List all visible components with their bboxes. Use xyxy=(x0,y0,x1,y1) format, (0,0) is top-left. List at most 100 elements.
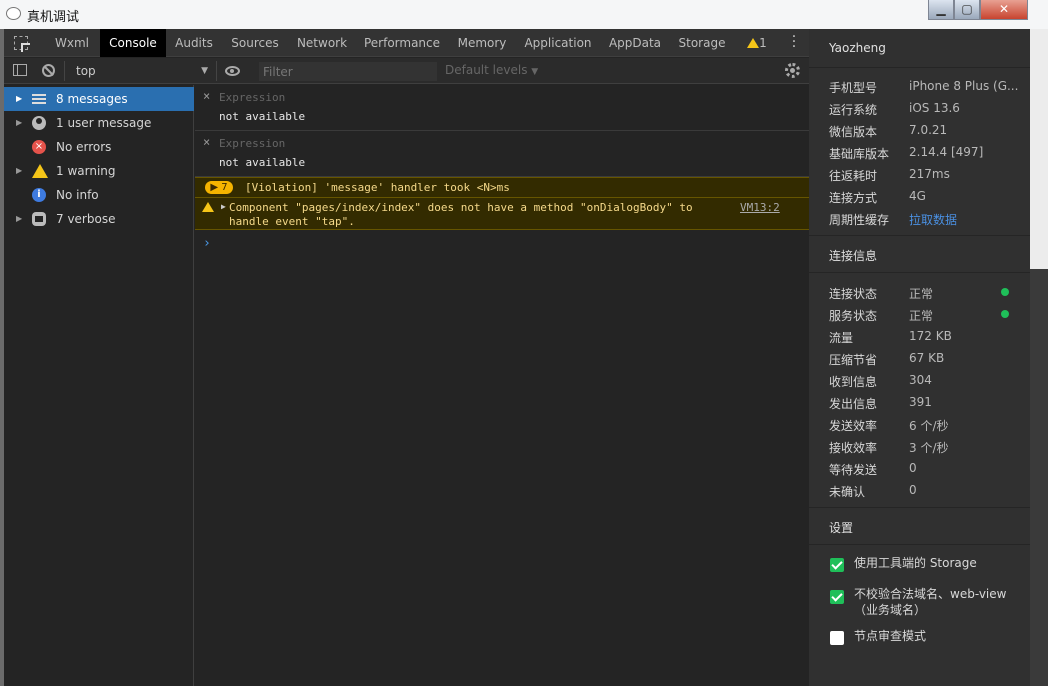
context-value: top xyxy=(76,64,96,78)
sidebar-item-label: 1 user message xyxy=(56,116,152,130)
sidebar-item-label: 7 verbose xyxy=(56,212,116,226)
background-window xyxy=(1030,29,1048,686)
window-titlebar: 真机调试 ▁ ▢ ✕ xyxy=(0,0,1048,29)
warning-icon xyxy=(32,164,48,178)
row-key: 基础库版本 xyxy=(829,147,890,161)
sidebar-item-label: No info xyxy=(56,188,99,202)
warning-icon xyxy=(202,202,214,212)
list-icon xyxy=(32,94,46,104)
row-key: 未确认 xyxy=(829,485,866,499)
close-icon[interactable]: × xyxy=(203,89,210,103)
row-value: 0 xyxy=(909,483,917,497)
row-value: 217ms xyxy=(909,167,950,181)
skip-domain-check-label: 不校验合法域名、web-view（业务域名） xyxy=(854,587,1007,617)
bug-icon xyxy=(32,212,46,226)
tab-storage[interactable]: Storage xyxy=(670,29,734,57)
warnings-indicator[interactable]: 1 xyxy=(742,29,772,57)
tab-sources[interactable]: Sources xyxy=(222,29,288,57)
live-expression-eye-icon[interactable] xyxy=(225,66,240,76)
minimize-button[interactable]: ▁ xyxy=(928,0,954,20)
node-inspect-label: 节点审查模式 xyxy=(854,629,927,643)
tab-network[interactable]: Network xyxy=(288,29,356,57)
fetch-data-link[interactable]: 拉取数据 xyxy=(909,211,1019,228)
settings-section-title: 设置 xyxy=(829,521,854,535)
row-key: 收到信息 xyxy=(829,375,878,389)
divider xyxy=(809,235,1030,236)
row-value: 172 KB xyxy=(909,329,952,343)
filter-input[interactable] xyxy=(259,62,437,81)
expand-arrow-icon[interactable]: ▶ xyxy=(16,159,22,183)
repeat-count-badge: ▶ 7 xyxy=(205,181,233,194)
tab-console[interactable]: Console xyxy=(100,29,166,57)
tab-performance[interactable]: Performance xyxy=(356,29,448,57)
chevron-down-icon: ▼ xyxy=(531,67,539,77)
sidebar-item-user-messages[interactable]: ▶ 1 user message xyxy=(4,111,194,135)
tab-appdata[interactable]: AppData xyxy=(600,29,670,57)
row-key: 运行系统 xyxy=(829,103,878,117)
expand-arrow-icon[interactable]: ▶ xyxy=(16,111,22,135)
expression-value: not available xyxy=(219,156,306,169)
tab-application[interactable]: Application xyxy=(516,29,600,57)
row-value: 67 KB xyxy=(909,351,945,365)
sidebar-item-warnings[interactable]: ▶ 1 warning xyxy=(4,159,194,183)
toolbar-divider xyxy=(216,61,217,81)
row-key: 手机型号 xyxy=(829,81,878,95)
row-value: 304 xyxy=(909,373,932,387)
sidebar-item-verbose[interactable]: ▶ 7 verbose xyxy=(4,207,194,231)
tab-memory[interactable]: Memory xyxy=(448,29,516,57)
error-icon: × xyxy=(32,140,46,154)
violation-text: [Violation] 'message' handler took <N>ms xyxy=(245,181,510,194)
row-value: 7.0.21 xyxy=(909,123,948,137)
window-title: 真机调试 xyxy=(27,10,80,25)
console-output: × Expression not available × Expression … xyxy=(195,85,809,686)
tab-audits[interactable]: Audits xyxy=(166,29,222,57)
skip-domain-check-checkbox[interactable] xyxy=(830,590,844,604)
maximize-button[interactable]: ▢ xyxy=(954,0,980,20)
expression-input[interactable]: Expression xyxy=(219,91,285,104)
sidebar-item-label: 8 messages xyxy=(56,92,128,106)
inspect-element-icon[interactable] xyxy=(14,36,30,52)
row-key: 发出信息 xyxy=(829,397,878,411)
toggle-sidebar-icon[interactable] xyxy=(13,64,27,76)
user-name: Yaozheng xyxy=(829,41,886,55)
expand-arrow-icon[interactable]: ▶ xyxy=(16,87,22,111)
clear-console-icon[interactable] xyxy=(42,64,55,77)
tab-wxml[interactable]: Wxml xyxy=(44,29,100,57)
row-key: 流量 xyxy=(829,331,854,345)
close-button[interactable]: ✕ xyxy=(980,0,1028,20)
expand-arrow-icon[interactable]: ▶ xyxy=(221,202,226,211)
row-value: iPhone 8 Plus (G... xyxy=(909,79,1019,93)
console-toolbar: top ▼ Default levels ▼ xyxy=(4,58,809,84)
console-prompt[interactable]: › xyxy=(203,236,211,251)
row-key: 周期性缓存 xyxy=(829,213,890,227)
warning-message[interactable]: ▶ Component "pages/index/index" does not… xyxy=(195,198,809,230)
more-options-icon[interactable]: · · · xyxy=(789,30,799,54)
violation-message[interactable]: ▶ 7 [Violation] 'message' handler took <… xyxy=(195,177,809,198)
sidebar-item-messages[interactable]: ▶ 8 messages xyxy=(4,87,194,111)
expression-input[interactable]: Expression xyxy=(219,137,285,150)
expand-arrow-icon[interactable]: ▶ xyxy=(16,207,22,231)
close-icon[interactable]: × xyxy=(203,135,210,149)
log-levels-dropdown[interactable]: Default levels ▼ xyxy=(445,63,538,77)
node-inspect-checkbox[interactable] xyxy=(830,631,844,645)
devtools-tabbar: Wxml Console Audits Sources Network Perf… xyxy=(4,29,809,57)
row-value: iOS 13.6 xyxy=(909,101,960,115)
source-link[interactable]: VM13:2 xyxy=(740,201,780,214)
sidebar-item-errors[interactable]: × No errors xyxy=(4,135,194,159)
row-value: 4G xyxy=(909,189,926,203)
warning-text: Component "pages/index/index" does not h… xyxy=(229,201,693,228)
row-key: 服务状态 xyxy=(829,309,878,323)
sidebar-item-info[interactable]: i No info xyxy=(4,183,194,207)
context-select[interactable]: top ▼ xyxy=(70,61,210,81)
row-value: 6 个/秒 xyxy=(909,419,949,433)
app-icon xyxy=(6,7,21,20)
row-key: 微信版本 xyxy=(829,125,878,139)
background-window-edge xyxy=(1030,29,1048,269)
row-value: 2.14.4 [497] xyxy=(909,145,984,159)
gear-icon[interactable] xyxy=(785,63,800,78)
expression-value: not available xyxy=(219,110,306,123)
use-tool-storage-checkbox[interactable] xyxy=(830,558,844,572)
row-key: 压缩节省 xyxy=(829,353,878,367)
divider xyxy=(809,507,1030,508)
row-value: 3 个/秒 xyxy=(909,441,949,455)
